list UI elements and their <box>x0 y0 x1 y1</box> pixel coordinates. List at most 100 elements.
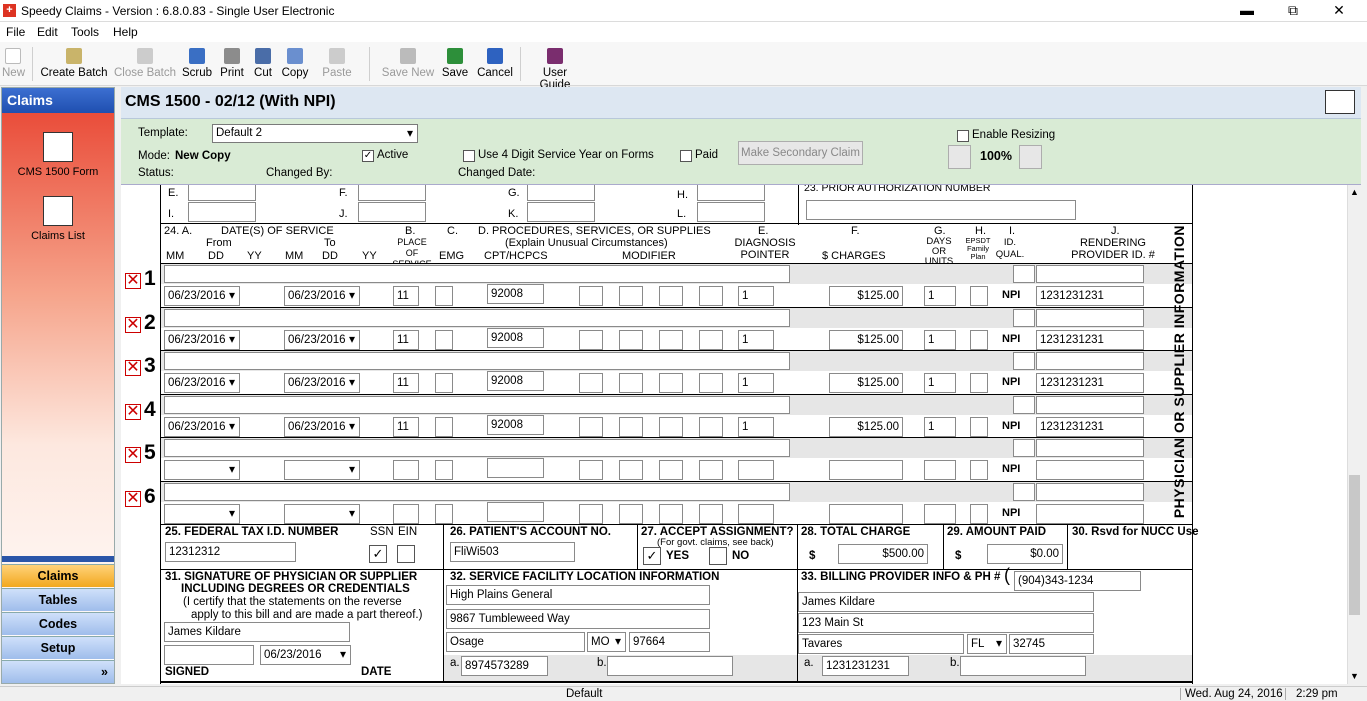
billing-name-field[interactable]: James Kildare <box>798 592 1094 612</box>
modifier-field[interactable] <box>699 329 723 350</box>
billing-state-select[interactable]: FL <box>967 634 1007 654</box>
modifier-field[interactable] <box>659 329 683 350</box>
nav-more-chevron-icon[interactable]: » <box>2 660 114 683</box>
prior-auth-field[interactable] <box>806 200 1076 220</box>
delete-line-icon[interactable]: ✕ <box>125 403 141 420</box>
supplemental-info-field[interactable] <box>164 265 790 283</box>
from-date-select[interactable]: 06/23/2016 <box>164 373 240 394</box>
scrub-button[interactable]: Scrub <box>181 46 213 79</box>
physician-signature-field[interactable]: James Kildare <box>164 622 350 642</box>
units-field[interactable]: 1 <box>924 373 956 394</box>
sidebar-item-cms-1500[interactable]: CMS 1500 Form <box>2 132 114 178</box>
units-field[interactable] <box>924 460 956 481</box>
diag-h-field[interactable] <box>697 185 765 201</box>
emg-field[interactable] <box>435 373 453 394</box>
modifier-field[interactable] <box>699 504 723 524</box>
cpt-field[interactable]: 92008 <box>487 327 544 348</box>
delete-line-icon[interactable]: ✕ <box>125 447 141 464</box>
place-of-service-field[interactable] <box>393 460 419 481</box>
modifier-field[interactable] <box>659 460 683 481</box>
rendering-provider-field[interactable] <box>1036 460 1144 481</box>
place-of-service-field[interactable]: 11 <box>393 286 419 306</box>
modifier-field[interactable] <box>619 373 643 394</box>
place-of-service-field[interactable]: 11 <box>393 416 419 437</box>
facility-npi-field[interactable]: 8974573289 <box>461 656 548 676</box>
charges-field[interactable]: $125.00 <box>829 286 903 306</box>
place-of-service-field[interactable]: 11 <box>393 329 419 350</box>
epsdt-field[interactable] <box>970 504 988 524</box>
save-button[interactable]: Save <box>441 46 469 79</box>
diag-l-field[interactable] <box>697 202 765 222</box>
diag-f-field[interactable] <box>358 185 426 201</box>
billing-phone-field[interactable]: (904)343-1234 <box>1014 571 1141 591</box>
zoom-in-button[interactable] <box>1019 145 1042 169</box>
id-qual-top-field[interactable] <box>1013 308 1035 327</box>
template-select[interactable]: Default 2 <box>212 124 418 143</box>
modifier-field[interactable] <box>579 373 603 394</box>
print-button[interactable]: Print <box>219 46 245 79</box>
provider-top-field[interactable] <box>1036 395 1144 414</box>
supplemental-info-field[interactable] <box>164 308 790 327</box>
signed-date-field[interactable]: 06/23/2016 <box>260 645 351 665</box>
modifier-field[interactable] <box>699 416 723 437</box>
modifier-field[interactable] <box>619 460 643 481</box>
save-new-button[interactable]: Save New <box>381 46 435 79</box>
ssn-checkbox[interactable]: ✓ <box>369 545 387 563</box>
modifier-field[interactable] <box>699 286 723 306</box>
copy-button[interactable]: Copy <box>281 46 309 79</box>
menu-file[interactable]: File <box>6 25 25 39</box>
diagnosis-pointer-field[interactable] <box>738 460 774 481</box>
epsdt-field[interactable] <box>970 286 988 306</box>
rendering-provider-field[interactable]: 1231231231 <box>1036 373 1144 394</box>
id-qual-top-field[interactable] <box>1013 265 1035 283</box>
cpt-field[interactable] <box>487 502 544 522</box>
to-date-select[interactable]: 06/23/2016 <box>284 286 360 306</box>
nav-claims[interactable]: Claims <box>2 564 114 587</box>
emg-field[interactable] <box>435 286 453 306</box>
modifier-field[interactable] <box>579 286 603 306</box>
from-date-select[interactable] <box>164 504 240 524</box>
epsdt-field[interactable] <box>970 329 988 350</box>
emg-field[interactable] <box>435 329 453 350</box>
supplemental-info-field[interactable] <box>164 352 790 371</box>
modifier-field[interactable] <box>659 286 683 306</box>
provider-top-field[interactable] <box>1036 483 1144 501</box>
to-date-select[interactable] <box>284 460 360 481</box>
supplemental-info-field[interactable] <box>164 439 790 458</box>
id-qual-top-field[interactable] <box>1013 483 1035 501</box>
diagnosis-pointer-field[interactable]: 1 <box>738 286 774 306</box>
to-date-select[interactable]: 06/23/2016 <box>284 329 360 350</box>
modifier-field[interactable] <box>619 504 643 524</box>
facility-zip-field[interactable]: 97664 <box>629 632 710 652</box>
scroll-thumb[interactable] <box>1349 475 1360 615</box>
make-secondary-button[interactable]: Make Secondary Claim <box>738 141 863 165</box>
modifier-field[interactable] <box>619 286 643 306</box>
form-layout-icon[interactable] <box>1325 90 1355 114</box>
place-of-service-field[interactable]: 11 <box>393 373 419 394</box>
billing-npi-field[interactable]: 1231231231 <box>822 656 909 676</box>
tax-id-field[interactable]: 12312312 <box>165 542 296 562</box>
modifier-field[interactable] <box>579 329 603 350</box>
epsdt-field[interactable] <box>970 373 988 394</box>
provider-top-field[interactable] <box>1036 352 1144 371</box>
provider-top-field[interactable] <box>1036 439 1144 458</box>
supplemental-info-field[interactable] <box>164 395 790 414</box>
charges-field[interactable] <box>829 504 903 524</box>
close-button[interactable]: ✕ <box>1316 0 1362 21</box>
ein-checkbox[interactable] <box>397 545 415 563</box>
billing-city-field[interactable]: Tavares <box>798 634 964 654</box>
amount-paid-field[interactable]: $0.00 <box>987 544 1063 564</box>
units-field[interactable]: 1 <box>924 286 956 306</box>
facility-state-select[interactable]: MO <box>587 632 626 652</box>
nav-tables[interactable]: Tables <box>2 588 114 611</box>
facility-city-field[interactable]: Osage <box>446 632 585 652</box>
nav-setup[interactable]: Setup <box>2 636 114 659</box>
modifier-field[interactable] <box>579 416 603 437</box>
cpt-field[interactable]: 92008 <box>487 284 544 304</box>
to-date-select[interactable]: 06/23/2016 <box>284 416 360 437</box>
billing-zip-field[interactable]: 32745 <box>1009 634 1094 654</box>
sidebar-item-claims-list[interactable]: Claims List <box>2 196 114 242</box>
delete-line-icon[interactable]: ✕ <box>125 360 141 377</box>
facility-street-field[interactable]: 9867 Tumbleweed Way <box>446 609 710 629</box>
modifier-field[interactable] <box>619 416 643 437</box>
